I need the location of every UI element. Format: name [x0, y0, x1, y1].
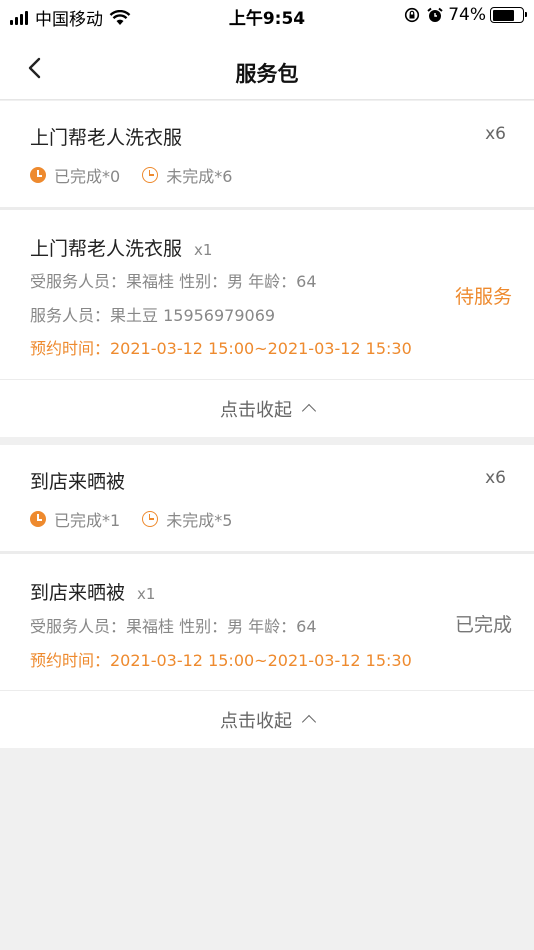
battery-percent: 74%	[448, 5, 486, 25]
page-title: 服务包	[235, 62, 299, 86]
battery-icon	[490, 7, 527, 23]
clock-outline-icon	[142, 167, 159, 183]
status-bar: 中国移动 上午9:54 74%	[0, 0, 534, 30]
collapse-button[interactable]: 点击收起	[0, 379, 534, 437]
clock-outline-icon	[142, 511, 159, 527]
package-quantity: x6	[485, 468, 506, 488]
clock-filled-icon	[30, 511, 46, 527]
status-badge: 待服务	[454, 286, 512, 308]
chevron-up-icon	[301, 403, 317, 419]
service-multiplier: x1	[137, 585, 156, 603]
service-title: 上门帮老人洗衣服 x1	[30, 234, 212, 261]
collapse-label: 点击收起	[220, 399, 292, 421]
appointment-time: 预约时间：2021-03-12 15:00~2021-03-12 15:30	[30, 339, 412, 358]
package-name: 上门帮老人洗衣服	[30, 127, 183, 149]
completed-count: 已完成*1	[54, 511, 121, 530]
incomplete-count: 未完成*5	[166, 511, 233, 530]
staff-info: 服务人员：果土豆 15956979069	[30, 306, 276, 325]
package-stats: 已完成*0 未完成*6	[30, 163, 254, 187]
clock-filled-icon	[30, 167, 46, 183]
nav-bar: 服务包	[0, 30, 534, 100]
alarm-icon	[427, 7, 443, 22]
status-badge: 已完成	[454, 614, 512, 636]
package-summary[interactable]: 到店来晒被 x6 已完成*1 未完成*5	[0, 445, 534, 551]
recipient-info: 受服务人员：果福桂 性别：男 年龄：64	[30, 617, 317, 636]
service-title: 到店来晒被 x1	[30, 578, 155, 605]
completed-stat: 已完成*1	[30, 507, 120, 531]
completed-count: 已完成*0	[54, 167, 121, 186]
package-quantity: x6	[485, 124, 506, 144]
package-name: 到店来晒被	[30, 471, 126, 493]
package-summary[interactable]: 上门帮老人洗衣服 x6 已完成*0 未完成*6	[0, 101, 534, 207]
status-right: 74%	[404, 5, 527, 25]
service-multiplier: x1	[194, 241, 213, 259]
collapse-label: 点击收起	[220, 710, 292, 732]
service-name: 到店来晒被	[30, 582, 126, 604]
recipient-info: 受服务人员：果福桂 性别：男 年龄：64	[30, 272, 317, 291]
service-name: 上门帮老人洗衣服	[30, 238, 183, 260]
appointment-time: 预约时间：2021-03-12 15:00~2021-03-12 15:30	[30, 651, 412, 670]
collapse-button[interactable]: 点击收起	[0, 690, 534, 748]
package-stats: 已完成*1 未完成*5	[30, 507, 254, 531]
rotation-lock-icon	[405, 7, 420, 23]
incomplete-stat: 未完成*6	[142, 163, 232, 187]
incomplete-stat: 未完成*5	[142, 507, 232, 531]
completed-stat: 已完成*0	[30, 163, 120, 187]
chevron-up-icon	[301, 714, 317, 730]
incomplete-count: 未完成*6	[166, 167, 233, 186]
service-detail[interactable]: 上门帮老人洗衣服 x1 受服务人员：果福桂 性别：男 年龄：64 服务人员：果土…	[0, 210, 534, 379]
service-detail[interactable]: 到店来晒被 x1 受服务人员：果福桂 性别：男 年龄：64 预约时间：2021-…	[0, 554, 534, 690]
